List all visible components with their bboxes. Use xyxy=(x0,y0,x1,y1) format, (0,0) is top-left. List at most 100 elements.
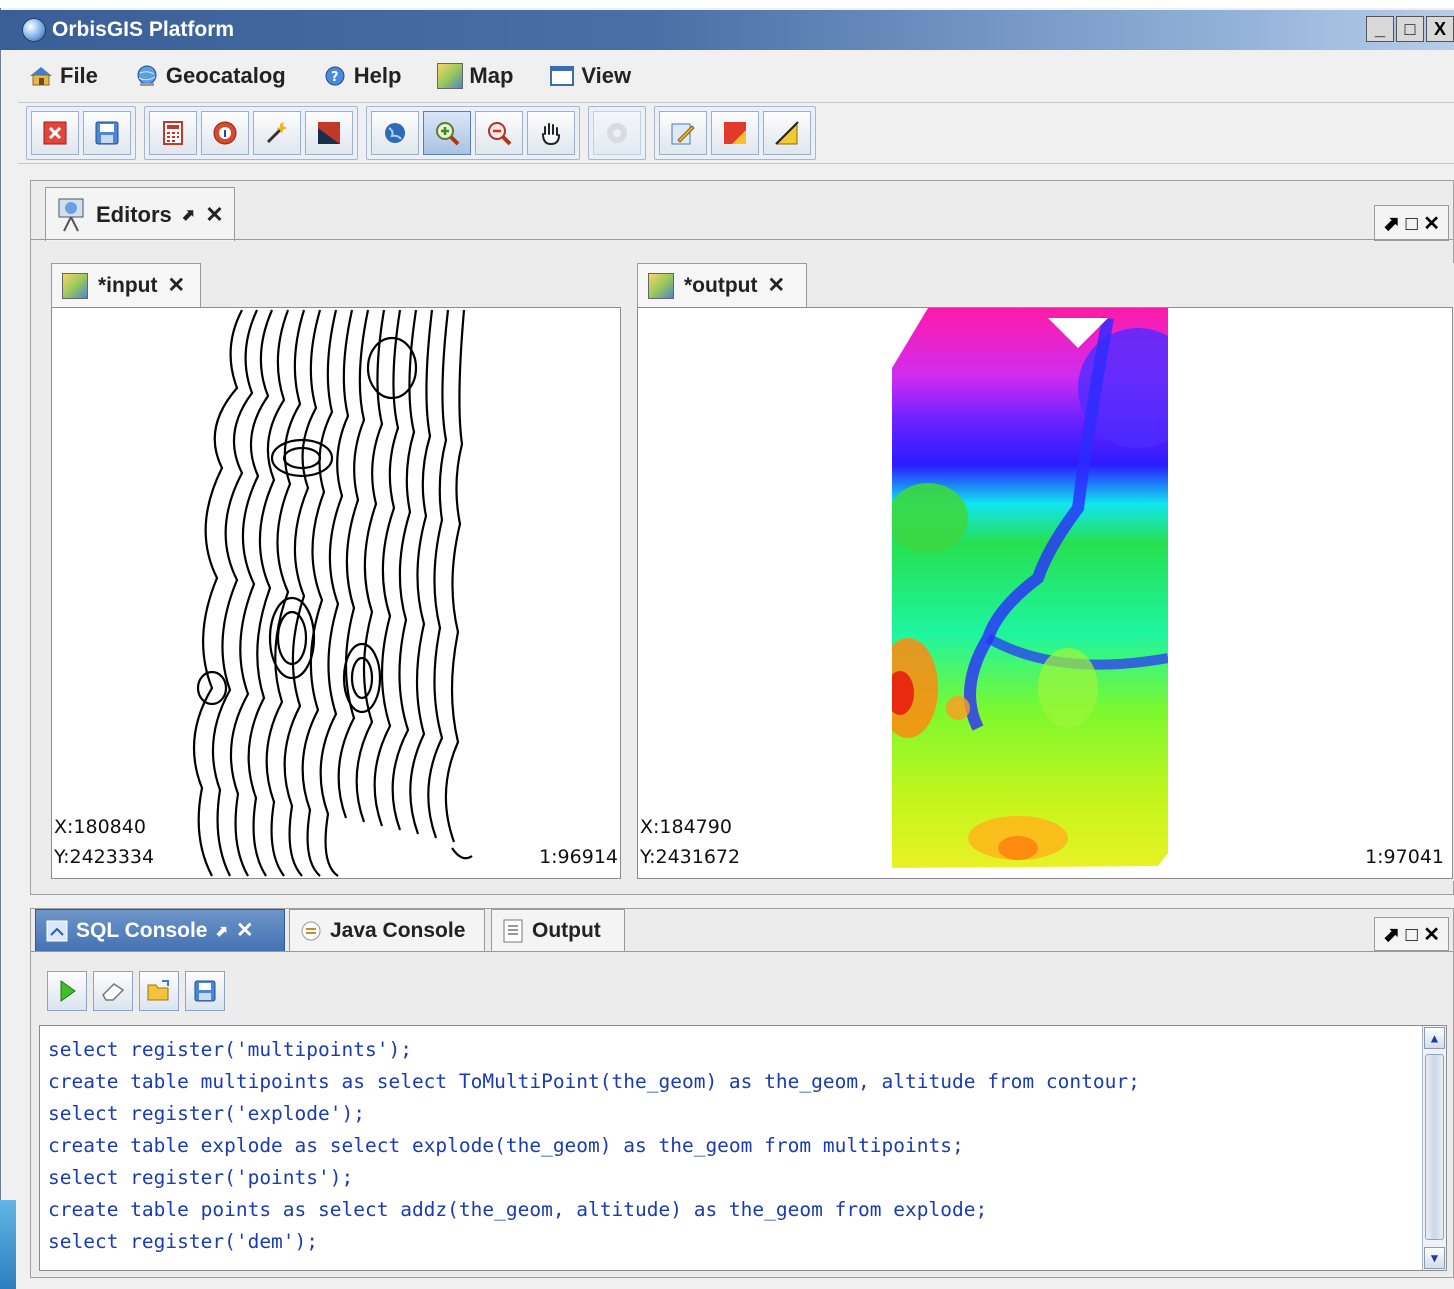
disabled-circle-icon xyxy=(607,123,627,143)
sql-line: select register('explode'); xyxy=(48,1102,365,1125)
output-map-canvas[interactable]: X:184790 Y:2431672 1:97041 xyxy=(637,307,1453,879)
measure-button[interactable] xyxy=(763,111,811,155)
run-icon xyxy=(60,980,76,1002)
info-button[interactable] xyxy=(201,111,249,155)
edit-pencil-icon xyxy=(671,123,695,145)
sql-line: create table explode as select explode(t… xyxy=(48,1134,964,1157)
x-coordinate: X:184790 xyxy=(640,816,732,838)
save-icon xyxy=(194,980,216,1002)
minimize-button[interactable]: _ xyxy=(1366,16,1394,42)
toolbar-group-tools xyxy=(144,106,358,160)
undock-icon[interactable]: ⬈ xyxy=(215,922,228,940)
full-extent-button[interactable] xyxy=(305,111,353,155)
menu-geocatalog[interactable]: Geocatalog xyxy=(124,63,286,89)
measure-icon xyxy=(775,121,799,145)
menu-view[interactable]: View xyxy=(539,63,631,89)
edit-button[interactable] xyxy=(659,111,707,155)
menu-help-label: Help xyxy=(353,63,402,88)
tab-input-label: *input xyxy=(98,273,158,297)
undock-icon[interactable]: ⬈ xyxy=(182,205,195,225)
close-tab-icon[interactable]: ✕ xyxy=(205,202,223,228)
globe-catalog-icon xyxy=(137,65,157,86)
select-button[interactable] xyxy=(711,111,759,155)
tab-output-label: *output xyxy=(684,273,758,297)
tab-output[interactable]: Output xyxy=(491,909,625,951)
toolbar-group-editing xyxy=(654,106,816,160)
window-title: OrbisGIS Platform xyxy=(52,18,235,41)
scrollbar-thumb[interactable] xyxy=(1425,1054,1444,1240)
home-icon xyxy=(30,67,52,86)
globe-button[interactable] xyxy=(371,111,419,155)
console-divider xyxy=(31,951,1453,952)
tab-java-console-label: Java Console xyxy=(330,918,466,942)
editors-panel: Editors ⬈ ✕ ⬈ □ ✕ *input ✕ X:180840 Y:24… xyxy=(30,180,1454,895)
desktop-background xyxy=(0,1200,16,1289)
menu-bar: File Geocatalog ? Help Map View xyxy=(18,54,1454,98)
tab-sql-console[interactable]: SQL Console ⬈ ✕ xyxy=(35,909,285,951)
zoom-out-button[interactable] xyxy=(475,111,523,155)
menu-map[interactable]: Map xyxy=(427,63,513,89)
save-icon xyxy=(95,121,119,145)
dem-raster-layer xyxy=(892,308,1168,868)
save-script-button[interactable] xyxy=(185,971,225,1011)
scroll-down-arrow-icon[interactable]: ▼ xyxy=(1424,1247,1445,1269)
calculator-icon xyxy=(163,121,183,145)
close-button[interactable] xyxy=(31,111,79,155)
menu-help[interactable]: ? Help xyxy=(312,63,402,89)
pan-hand-icon xyxy=(542,123,560,146)
x-coordinate: X:180840 xyxy=(54,816,146,838)
clear-icon xyxy=(102,983,125,1001)
wand-button[interactable] xyxy=(253,111,301,155)
input-map-canvas[interactable]: X:180840 Y:2423334 1:96914 xyxy=(51,307,621,879)
editors-divider xyxy=(31,239,1453,240)
calculator-button[interactable] xyxy=(149,111,197,155)
wand-icon xyxy=(266,122,287,144)
zoom-in-icon xyxy=(436,122,460,146)
tab-sql-console-label: SQL Console xyxy=(76,918,208,942)
output-map-editor: *output ✕ X:184790 Y:2431672 1:97041 xyxy=(635,263,1454,881)
menu-geocatalog-label: Geocatalog xyxy=(165,63,286,88)
tab-java-console[interactable]: Java Console xyxy=(289,909,485,951)
output-icon xyxy=(503,919,523,942)
close-window-button[interactable]: X xyxy=(1426,16,1454,42)
pan-button[interactable] xyxy=(527,111,575,155)
sql-editor[interactable]: select register('multipoints'); create t… xyxy=(39,1025,1447,1271)
map-icon xyxy=(437,63,464,89)
help-icon: ? xyxy=(325,66,345,86)
close-tab-icon[interactable]: ✕ xyxy=(167,273,185,298)
sql-toolbar xyxy=(47,971,225,1011)
sql-line: select register('dem'); xyxy=(48,1230,319,1253)
java-console-icon xyxy=(301,921,321,940)
maximize-button[interactable]: □ xyxy=(1396,16,1424,42)
scroll-up-arrow-icon[interactable]: ▲ xyxy=(1424,1027,1445,1049)
info-icon xyxy=(213,121,237,145)
menu-file[interactable]: File xyxy=(18,63,98,89)
sql-line: create table multipoints as select ToMul… xyxy=(48,1070,1140,1093)
save-button[interactable] xyxy=(83,111,131,155)
title-bar: OrbisGIS Platform _ □ X xyxy=(0,10,1454,50)
editors-icon xyxy=(58,198,84,231)
sql-console-icon xyxy=(46,920,68,941)
extent-icon xyxy=(318,122,340,144)
execute-button[interactable] xyxy=(47,971,87,1011)
vertical-scrollbar[interactable]: ▲ ▼ xyxy=(1422,1026,1446,1270)
tab-output-map[interactable]: *output ✕ xyxy=(637,263,807,307)
sql-line: select register('points'); xyxy=(48,1166,354,1189)
menu-map-label: Map xyxy=(469,63,514,88)
disabled-tool-button[interactable] xyxy=(593,111,641,155)
zoom-in-button[interactable] xyxy=(423,111,471,155)
zoom-out-icon xyxy=(488,122,512,146)
close-tab-icon[interactable]: ✕ xyxy=(236,918,254,943)
clear-button[interactable] xyxy=(93,971,133,1011)
open-button[interactable] xyxy=(139,971,179,1011)
close-tab-icon[interactable]: ✕ xyxy=(767,273,785,298)
select-red-icon xyxy=(724,122,746,144)
tab-input-map[interactable]: *input ✕ xyxy=(51,263,201,307)
console-panel-controls[interactable]: ⬈ □ ✕ xyxy=(1374,917,1449,951)
tab-editors[interactable]: Editors ⬈ ✕ xyxy=(45,187,235,241)
map-scale: 1:96914 xyxy=(539,846,618,868)
y-coordinate: Y:2423334 xyxy=(54,846,155,868)
y-coordinate: Y:2431672 xyxy=(640,846,741,868)
editors-panel-controls[interactable]: ⬈ □ ✕ xyxy=(1374,205,1449,241)
map-scale: 1:97041 xyxy=(1365,846,1444,868)
